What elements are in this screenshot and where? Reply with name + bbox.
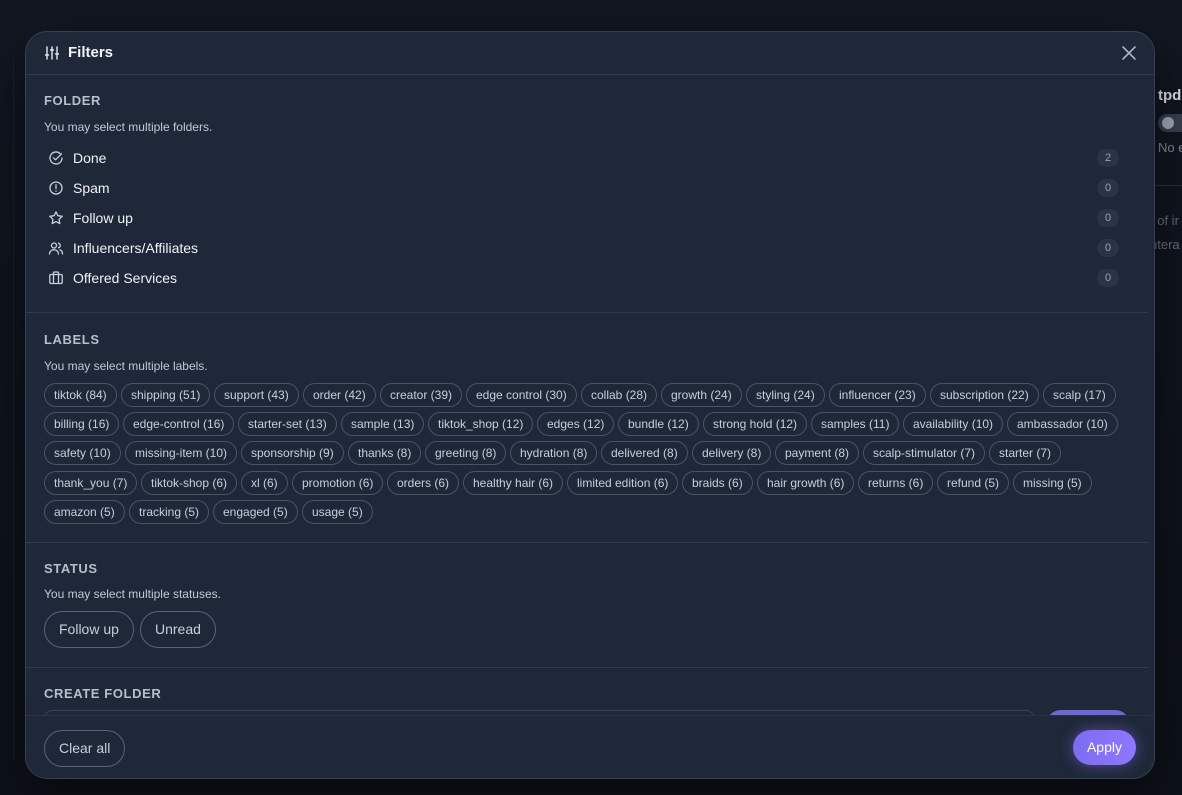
label-chip[interactable]: refund (5) <box>937 471 1010 495</box>
folder-item-count: 2 <box>1097 149 1119 167</box>
label-chip[interactable]: xl (6) <box>241 471 288 495</box>
label-chip[interactable]: returns (6) <box>858 471 934 495</box>
label-chip[interactable]: thanks (8) <box>348 441 422 465</box>
label-chip[interactable]: edges (12) <box>537 412 615 436</box>
folder-item-count: 0 <box>1097 239 1119 257</box>
label-chip[interactable]: bundle (12) <box>618 412 699 436</box>
label-chip[interactable]: growth (24) <box>661 383 742 407</box>
background-divider <box>1154 185 1182 186</box>
label-chip[interactable]: samples (11) <box>811 412 900 436</box>
label-chip[interactable]: delivered (8) <box>601 441 688 465</box>
folder-item-label: Spam <box>73 180 110 196</box>
label-chip[interactable]: missing-item (10) <box>125 441 238 465</box>
background-subtext: No e <box>1158 140 1182 155</box>
labels-section: LABELS You may select multiple labels. t… <box>26 313 1148 543</box>
label-chip[interactable]: collab (28) <box>581 383 658 407</box>
label-chip[interactable]: scalp-stimulator (7) <box>863 441 986 465</box>
label-chip[interactable]: starter (7) <box>989 441 1062 465</box>
filters-scroll-area[interactable]: FOLDER You may select multiple folders. … <box>26 75 1148 715</box>
labels-chip-list: tiktok (84) shipping (51) support (43) orde… <box>44 383 1124 533</box>
modal-footer: Clear all Apply <box>26 715 1154 778</box>
folder-item-spam[interactable]: Spam 0 <box>44 176 1119 200</box>
label-chip[interactable]: limited edition (6) <box>567 471 679 495</box>
status-follow-up-button[interactable]: Follow up <box>44 611 134 648</box>
label-chip[interactable]: braids (6) <box>682 471 753 495</box>
create-folder-title: CREATE FOLDER <box>44 686 162 701</box>
folder-section-title: FOLDER <box>44 93 102 108</box>
label-chip[interactable]: edge-control (16) <box>123 412 235 436</box>
status-section-title: STATUS <box>44 561 98 576</box>
apply-button[interactable]: Apply <box>1072 730 1136 765</box>
label-chip[interactable]: delivery (8) <box>692 441 772 465</box>
label-chip[interactable]: scalp (17) <box>1043 383 1116 407</box>
folder-item-influencers-affiliates[interactable]: Influencers/Affiliates 0 <box>44 236 1119 260</box>
label-chip[interactable]: tracking (5) <box>129 500 210 524</box>
label-chip[interactable]: safety (10) <box>44 441 121 465</box>
modal-header: Filters <box>26 32 1154 75</box>
background-toggle <box>1158 114 1182 132</box>
close-icon[interactable] <box>1120 44 1138 62</box>
label-chip[interactable]: strong hold (12) <box>703 412 808 436</box>
alert-circle-icon <box>49 181 63 195</box>
label-chip[interactable]: tiktok_shop (12) <box>428 412 534 436</box>
label-chip[interactable]: thank_you (7) <box>44 471 138 495</box>
folder-item-follow-up[interactable]: Follow up 0 <box>44 206 1119 230</box>
status-section: STATUS You may select multiple statuses.… <box>26 543 1148 668</box>
sliders-icon <box>44 46 60 60</box>
label-chip[interactable]: greeting (8) <box>425 441 507 465</box>
folder-item-label: Influencers/Affiliates <box>73 240 199 256</box>
label-chip[interactable]: influencer (23) <box>829 383 926 407</box>
label-chip[interactable]: sponsorship (9) <box>241 441 344 465</box>
label-chip[interactable]: billing (16) <box>44 412 120 436</box>
label-chip[interactable]: missing (5) <box>1013 471 1092 495</box>
background-title: tpdi <box>1158 87 1182 104</box>
label-chip[interactable]: order (42) <box>303 383 376 407</box>
labels-section-description: You may select multiple labels. <box>44 359 208 373</box>
label-chip[interactable]: promotion (6) <box>292 471 384 495</box>
check-circle-icon <box>49 151 63 165</box>
folder-item-count: 0 <box>1097 209 1119 227</box>
users-icon <box>48 242 64 255</box>
label-chip[interactable]: starter-set (13) <box>238 412 337 436</box>
label-chip[interactable]: edge control (30) <box>466 383 577 407</box>
label-chip[interactable]: ambassador (10) <box>1007 412 1118 436</box>
label-chip[interactable]: availability (10) <box>903 412 1004 436</box>
label-chip[interactable]: engaged (5) <box>213 500 298 524</box>
label-chip[interactable]: creator (39) <box>380 383 463 407</box>
label-chip[interactable]: healthy hair (6) <box>463 471 564 495</box>
status-unread-button[interactable]: Unread <box>140 611 216 648</box>
folder-item-label: Done <box>73 150 107 166</box>
modal-title: Filters <box>68 44 114 61</box>
label-chip[interactable]: hydration (8) <box>510 441 598 465</box>
clear-all-button[interactable]: Clear all <box>44 730 126 767</box>
folder-section-description: You may select multiple folders. <box>44 120 213 134</box>
folder-item-offered-services[interactable]: Offered Services 0 <box>44 266 1119 290</box>
label-chip[interactable]: support (43) <box>214 383 299 407</box>
label-chip[interactable]: sample (13) <box>341 412 425 436</box>
folder-item-done[interactable]: Done 2 <box>44 146 1119 170</box>
label-chip[interactable]: subscription (22) <box>930 383 1039 407</box>
folder-item-label: Offered Services <box>73 270 178 286</box>
status-section-description: You may select multiple statuses. <box>44 587 221 601</box>
label-chip[interactable]: shipping (51) <box>121 383 211 407</box>
label-chip[interactable]: usage (5) <box>302 500 373 524</box>
briefcase-icon <box>49 271 63 285</box>
folder-item-count: 0 <box>1097 179 1119 197</box>
folder-section: FOLDER You may select multiple folders. … <box>26 75 1148 313</box>
label-chip[interactable]: styling (24) <box>746 383 825 407</box>
labels-section-title: LABELS <box>44 332 100 347</box>
label-chip[interactable]: payment (8) <box>775 441 860 465</box>
folder-item-label: Follow up <box>73 210 133 226</box>
background-panel-edge <box>0 60 14 760</box>
label-chip[interactable]: tiktok-shop (6) <box>141 471 238 495</box>
label-chip[interactable]: hair growth (6) <box>757 471 855 495</box>
star-icon <box>49 211 63 225</box>
filters-modal: Filters FOLDER You may select multiple f… <box>25 31 1155 779</box>
label-chip[interactable]: orders (6) <box>387 471 460 495</box>
label-chip[interactable]: tiktok (84) <box>44 383 117 407</box>
folder-item-count: 0 <box>1097 269 1119 287</box>
label-chip[interactable]: amazon (5) <box>44 500 125 524</box>
